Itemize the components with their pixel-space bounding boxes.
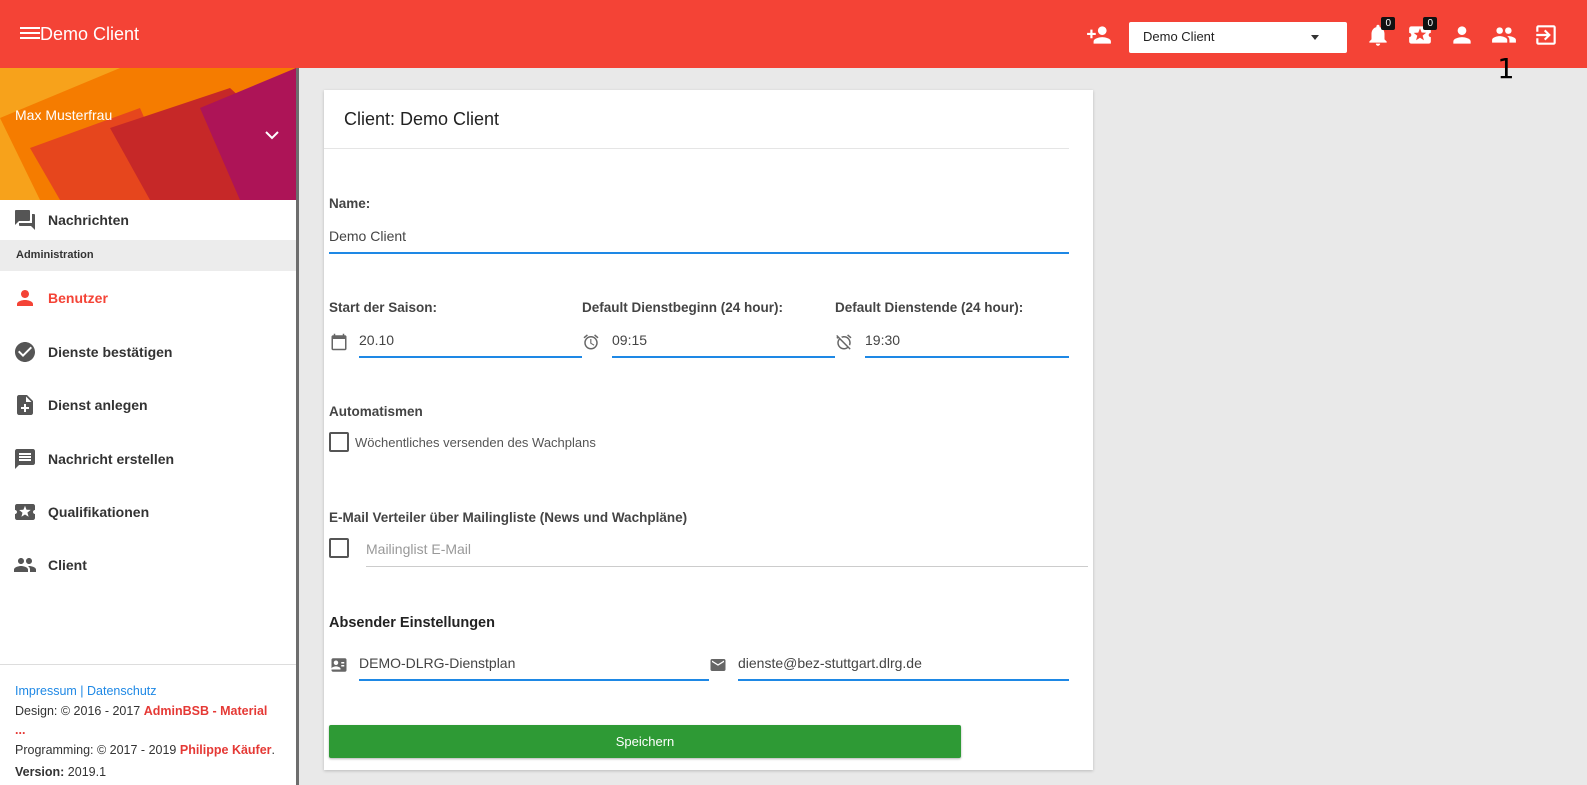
- save-button[interactable]: Speichern: [329, 725, 961, 758]
- sidebar-item-nachricht-erstellen[interactable]: Nachricht erstellen: [0, 439, 296, 479]
- divider: [324, 148, 1069, 149]
- users-icon[interactable]: [1491, 22, 1517, 48]
- sidebar-item-dienst-anlegen[interactable]: Dienst anlegen: [0, 385, 296, 425]
- shift-begin-label: Default Dienstbeginn (24 hour):: [582, 300, 784, 315]
- mailing-checkbox[interactable]: [329, 538, 349, 558]
- client-select[interactable]: Demo Client: [1129, 22, 1347, 53]
- user-profile-banner: Max Musterfrau: [0, 68, 296, 200]
- sidebar-item-label: Nachricht erstellen: [48, 451, 175, 467]
- sidebar-item-label: Benutzer: [48, 290, 108, 306]
- qualifications-button[interactable]: 0: [1407, 17, 1437, 48]
- client-settings-card: Client: Demo Client Name: Demo Client St…: [324, 90, 1093, 770]
- sidebar-item-label: Dienste bestätigen: [48, 344, 173, 360]
- mailinglist-email-input[interactable]: Mailinglist E-Mail: [366, 541, 1088, 567]
- programming-credit-suffix: .: [271, 742, 276, 757]
- sidebar-item-label: Client: [48, 557, 87, 573]
- calendar-icon: [330, 333, 348, 351]
- mailing-label: E-Mail Verteiler über Mailingliste (News…: [329, 510, 688, 525]
- contact-card-icon: [330, 656, 348, 674]
- sidebar-footer: Impressum | Datenschutz Design: © 2016 -…: [0, 664, 296, 785]
- notifications-button[interactable]: 0: [1365, 17, 1395, 48]
- programming-credit: Programming: © 2017 - 2019 Philippe Käuf…: [15, 741, 281, 761]
- footer-links[interactable]: Impressum | Datenschutz: [15, 682, 281, 702]
- sidebar-item-label: Dienst anlegen: [48, 397, 148, 413]
- weekly-send-checkbox[interactable]: [329, 432, 349, 452]
- shift-end-label: Default Dienstende (24 hour):: [835, 300, 1024, 315]
- version-info: Version: 2019.1: [15, 763, 281, 783]
- name-label: Name:: [329, 196, 371, 211]
- message-icon: [13, 447, 37, 471]
- banner-background: [0, 68, 296, 200]
- logout-icon[interactable]: [1533, 22, 1559, 48]
- programming-credit-prefix: Programming: © 2017 - 2019: [15, 742, 180, 757]
- card-title: Client: Demo Client: [344, 109, 500, 129]
- season-start-label: Start der Saison:: [329, 300, 438, 315]
- dropdown-caret-icon: [1311, 35, 1319, 40]
- shift-end-field[interactable]: 19:30: [865, 332, 1069, 358]
- hamburger-menu-icon[interactable]: [20, 24, 40, 44]
- sender-settings-title: Absender Einstellungen: [329, 615, 495, 631]
- app-title: Demo Client: [40, 24, 140, 44]
- version-value: 2019.1: [64, 765, 107, 779]
- season-start-field[interactable]: 20.10: [359, 332, 582, 358]
- shift-begin-field[interactable]: 09:15: [612, 332, 835, 358]
- sidebar-item-dienste-bestaetigen[interactable]: Dienste bestätigen: [0, 332, 296, 372]
- sidebar-item-label: Nachrichten: [48, 212, 129, 228]
- weekly-send-label[interactable]: Wöchentliches versenden des Wachplans: [355, 435, 596, 450]
- design-credit-prefix: Design: © 2016 - 2017: [15, 703, 144, 718]
- check-circle-icon: [13, 340, 37, 364]
- sidebar-divider: [296, 68, 299, 785]
- chevron-down-icon[interactable]: [264, 130, 280, 140]
- email-icon: [709, 656, 727, 674]
- add-user-icon[interactable]: [1086, 22, 1112, 48]
- forum-icon: [13, 208, 37, 232]
- note-add-icon: [13, 393, 37, 417]
- sidebar-item-client[interactable]: Client: [0, 545, 296, 585]
- sidebar-item-qualifikationen[interactable]: Qualifikationen: [0, 492, 296, 532]
- qualifications-badge: 0: [1423, 17, 1437, 30]
- user-name: Max Musterfrau: [15, 107, 113, 123]
- sender-name-field[interactable]: DEMO-DLRG-Dienstplan: [359, 655, 709, 681]
- alarm-icon: [582, 333, 600, 351]
- section-header-administration: Administration: [0, 240, 296, 271]
- people-icon: [13, 553, 37, 577]
- sidebar-item-benutzer[interactable]: Benutzer: [0, 278, 296, 318]
- profile-icon[interactable]: [1449, 22, 1475, 48]
- person-icon: [13, 286, 37, 310]
- client-select-value: Demo Client: [1143, 29, 1215, 44]
- sidebar-item-label: Qualifikationen: [48, 504, 150, 520]
- name-field[interactable]: Demo Client: [329, 228, 1069, 254]
- sidebar-item-nachrichten[interactable]: Nachrichten: [0, 200, 296, 240]
- alarm-off-icon: [835, 333, 853, 351]
- version-label: Version:: [15, 765, 65, 779]
- stars-ticket-icon: [13, 500, 37, 524]
- users-count-label: 1: [1497, 52, 1514, 85]
- automation-label: Automatismen: [329, 404, 423, 419]
- notifications-badge: 0: [1381, 17, 1395, 30]
- top-app-bar: Demo Client Demo Client 0 0: [0, 0, 1587, 68]
- sender-email-field[interactable]: dienste@bez-stuttgart.dlrg.de: [738, 655, 1069, 681]
- sidebar: Max Musterfrau Nachrichten Administratio…: [0, 68, 296, 785]
- design-credit: Design: © 2016 - 2017 AdminBSB - Materia…: [15, 702, 281, 741]
- programming-credit-name[interactable]: Philippe Käufer: [180, 743, 272, 757]
